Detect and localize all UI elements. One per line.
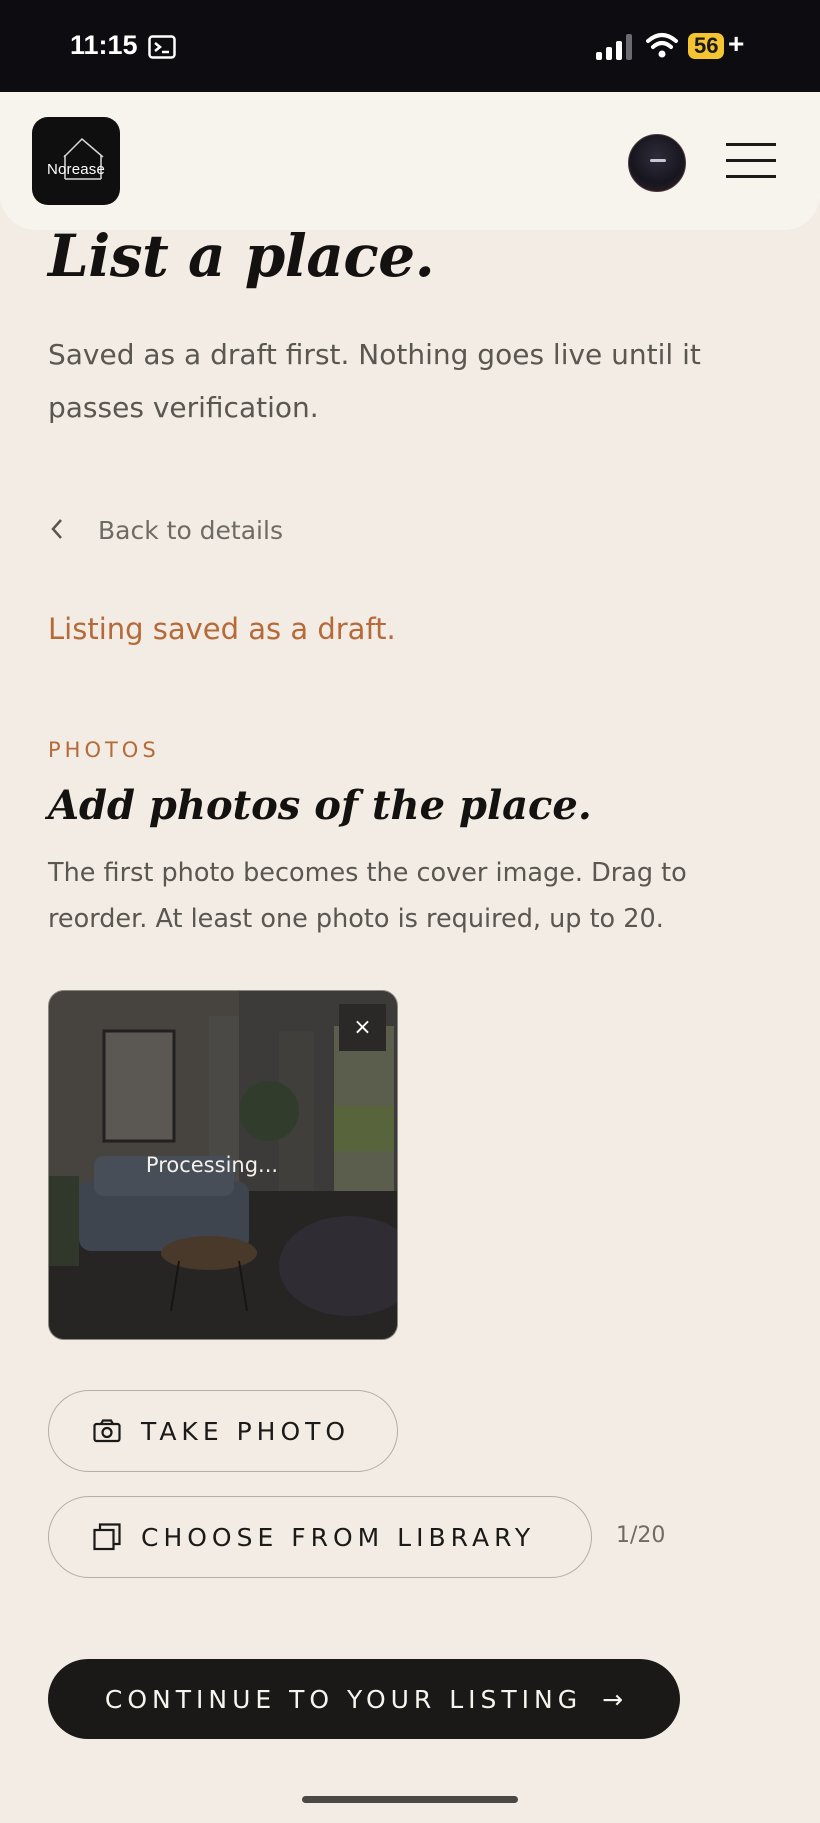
continue-button[interactable]: CONTINUE TO YOUR LISTING → — [48, 1659, 680, 1739]
section-eyebrow: PHOTOS — [48, 738, 160, 762]
remove-photo-button[interactable]: × — [339, 1004, 386, 1051]
choose-library-label: CHOOSE FROM LIBRARY — [141, 1522, 536, 1552]
avatar[interactable] — [628, 134, 686, 192]
app-header — [0, 92, 820, 230]
battery-level: 56 — [688, 33, 725, 59]
photo-count: 1/20 — [616, 1523, 666, 1548]
wifi-icon — [646, 32, 678, 62]
home-indicator[interactable] — [302, 1796, 518, 1803]
take-photo-button[interactable]: TAKE PHOTO — [48, 1390, 398, 1472]
gallery-icon — [93, 1523, 121, 1551]
page-title: List a place. — [48, 222, 435, 290]
logo-wordmark: Norease — [46, 161, 106, 178]
terminal-icon — [148, 35, 176, 63]
continue-label: CONTINUE TO YOUR LISTING — [104, 1684, 583, 1714]
processing-status: Processing... — [145, 1153, 279, 1177]
back-to-details-link[interactable]: Back to details — [50, 512, 283, 548]
choose-from-library-button[interactable]: CHOOSE FROM LIBRARY — [48, 1496, 592, 1578]
status-bar: 11:15 56 + — [0, 0, 820, 92]
camera-icon — [93, 1419, 121, 1443]
section-description: The first photo becomes the cover image.… — [48, 858, 687, 934]
page-subtitle: Saved as a draft first. Nothing goes liv… — [48, 338, 701, 424]
signal-icon — [596, 34, 634, 64]
arrow-right-icon: → — [602, 1684, 624, 1714]
hamburger-menu-icon[interactable] — [726, 143, 776, 181]
section-title: Add photos of the place. — [48, 782, 592, 829]
app-logo[interactable]: Norease — [32, 117, 120, 205]
draft-status-notice: Listing saved as a draft. — [48, 612, 396, 646]
chevron-left-icon — [50, 514, 80, 547]
status-time: 11:15 — [70, 30, 138, 60]
battery-charging-indicator: + — [728, 28, 745, 59]
back-label: Back to details — [98, 515, 283, 545]
photo-thumbnail[interactable]: Processing... × — [48, 990, 398, 1340]
take-photo-label: TAKE PHOTO — [141, 1416, 351, 1446]
